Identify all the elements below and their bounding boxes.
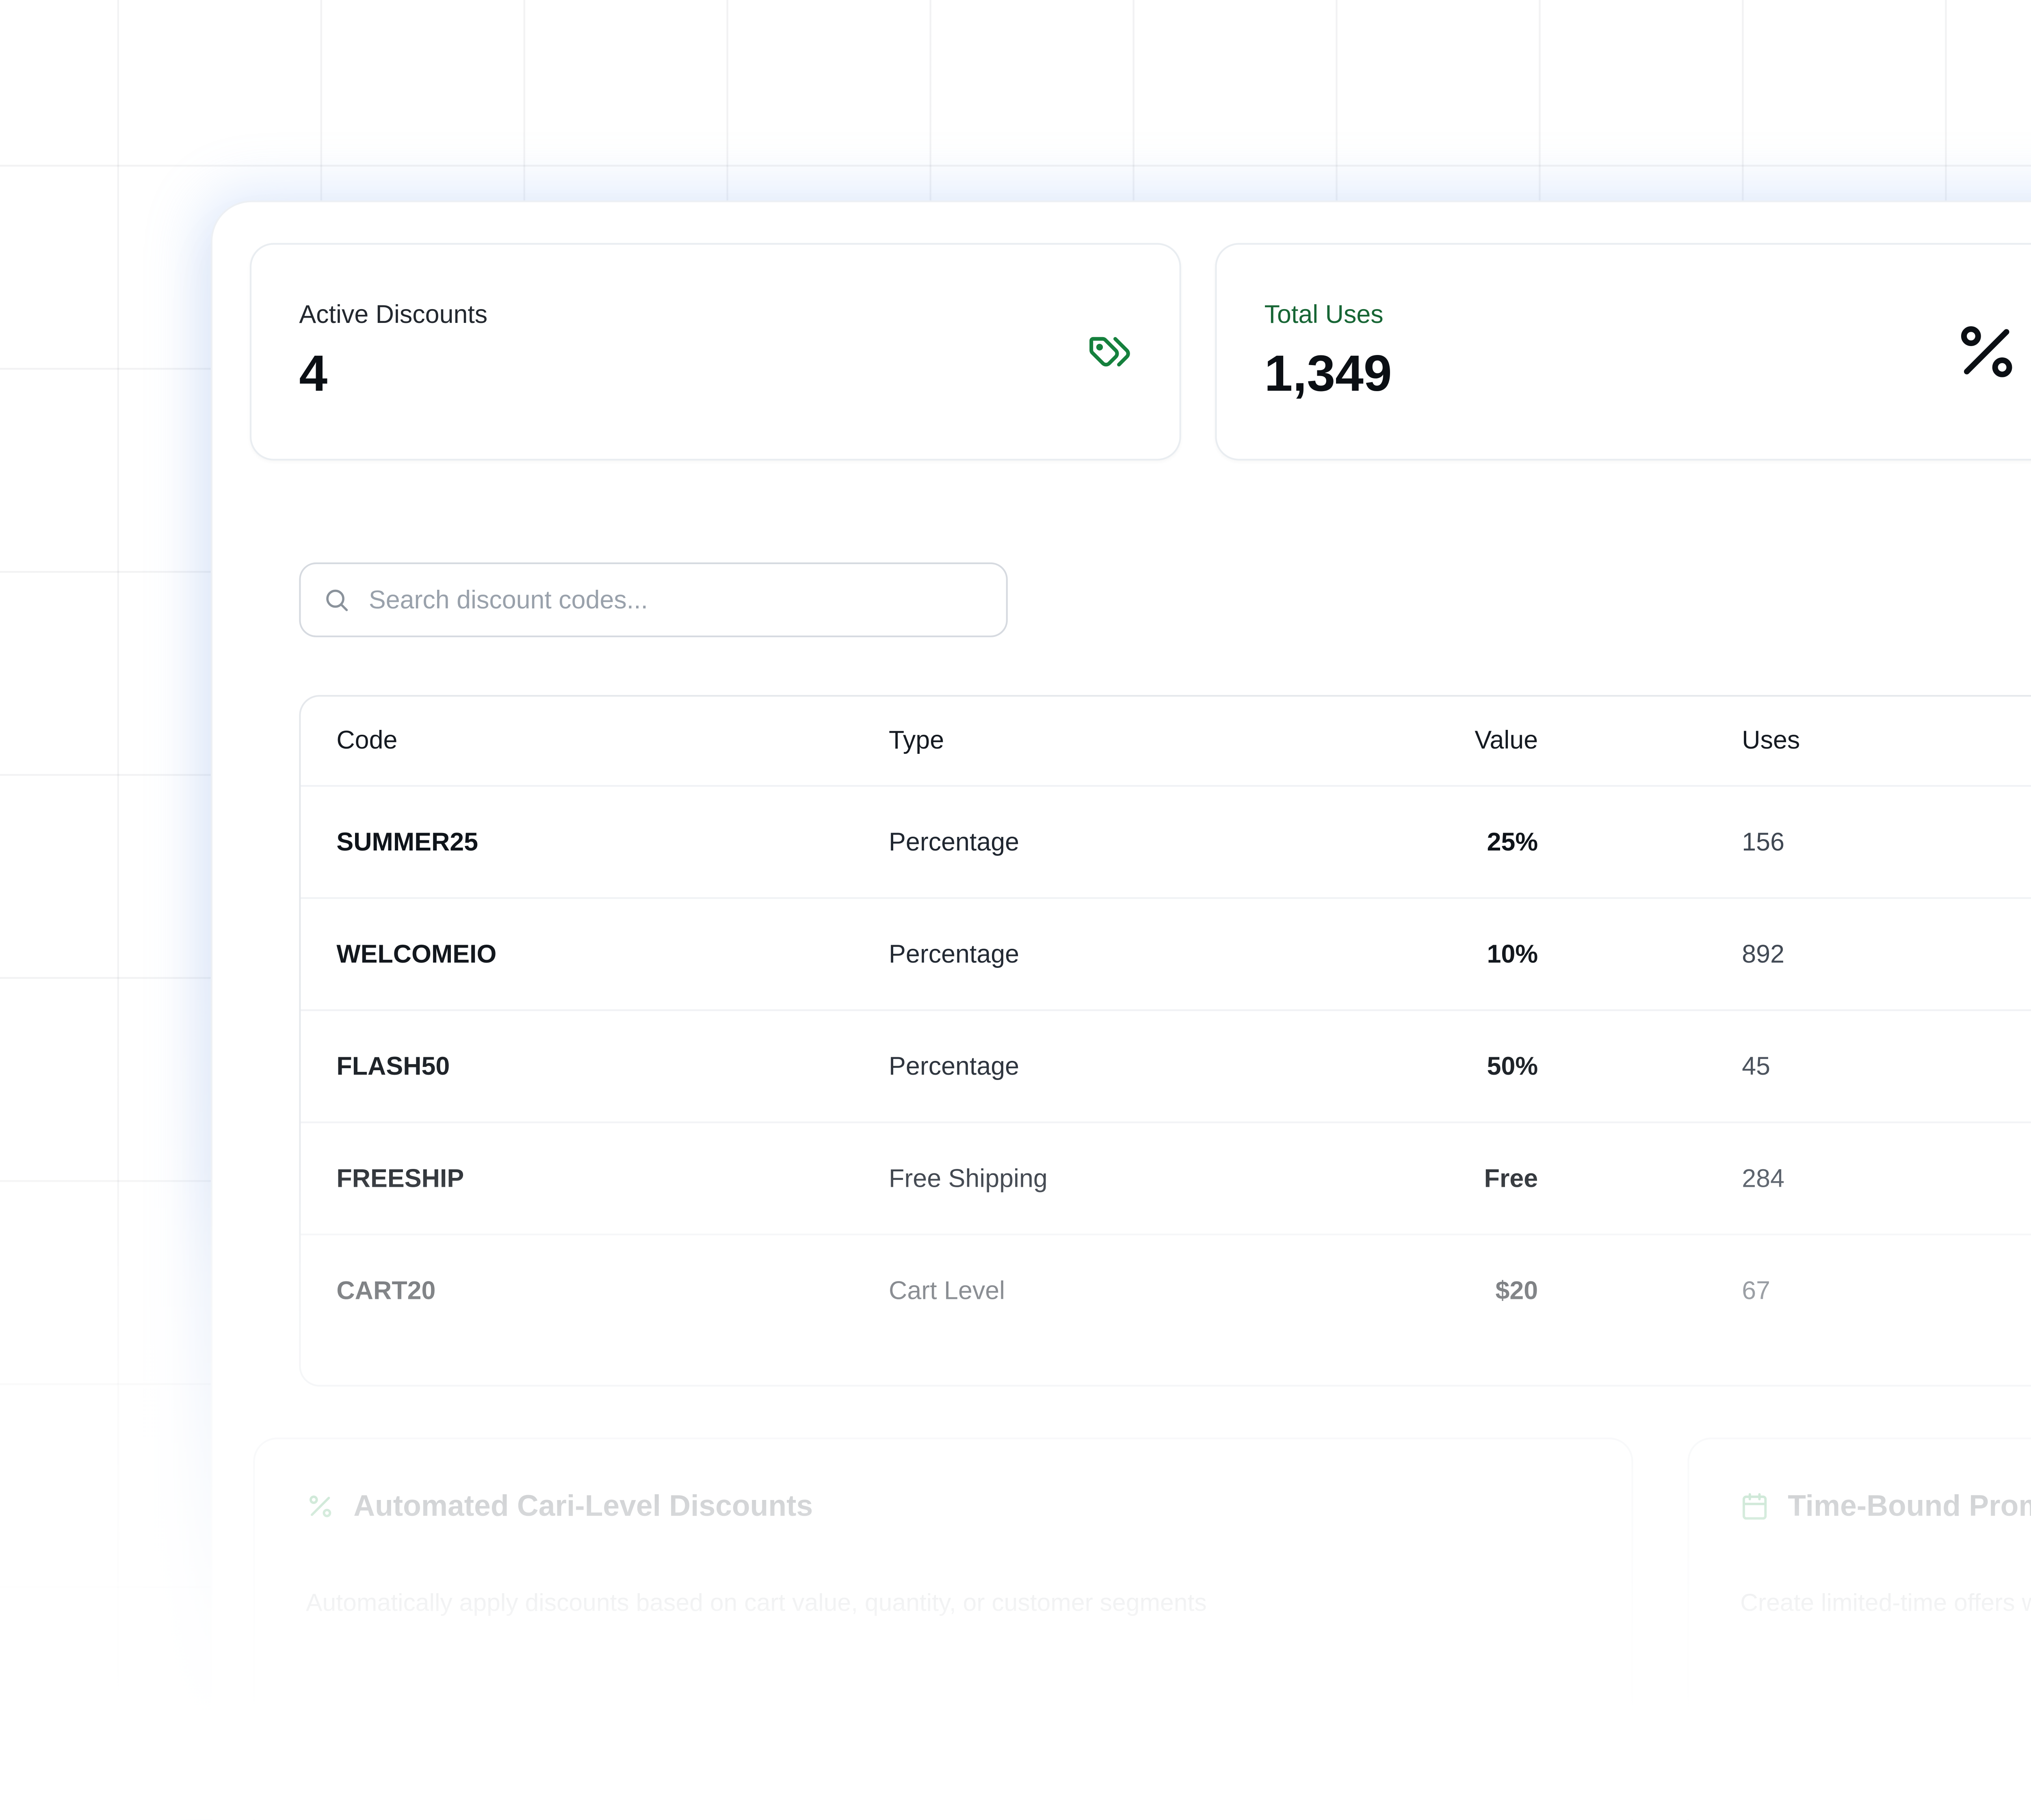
table-row: CART20 Cart Level $20 67 2024-03-31 acti… xyxy=(301,1234,2031,1346)
row-value: Free xyxy=(1332,1164,1538,1193)
promo-card-time-bound-offers[interactable]: Time-Bound Promotional Offers Create lim… xyxy=(1687,1437,2031,1820)
row-code: FREESHIP xyxy=(336,1164,464,1193)
stat-text: Active Discounts 4 xyxy=(299,300,487,403)
stat-value: 4 xyxy=(299,346,487,403)
row-code: WELCOMEIO xyxy=(336,940,496,969)
main-panel: Active Discounts 4 Total Uses 1,349 xyxy=(211,201,2031,1820)
row-uses: 284 xyxy=(1742,1164,1784,1193)
col-header-uses: Uses xyxy=(1742,727,1800,755)
percent-icon xyxy=(306,1492,335,1521)
row-uses: 67 xyxy=(1742,1276,1770,1305)
search-icon xyxy=(323,586,350,613)
row-value: 50% xyxy=(1332,1052,1538,1081)
table-header: Code Type Value Uses Expires Status xyxy=(301,697,2031,785)
promo-card-description: Create limited-time offers with automati… xyxy=(1740,1587,2031,1621)
row-type: Percentage xyxy=(889,827,1019,856)
table-row: SUMMER25 Percentage 25% 156 2024-08-31 a… xyxy=(301,785,2031,897)
percent-icon xyxy=(1953,318,2020,385)
row-value: 10% xyxy=(1332,940,1538,969)
promo-card-description: Automatically apply discounts based on c… xyxy=(306,1587,1581,1621)
promo-card-header: Automated Cari-Level Discounts xyxy=(306,1487,1581,1526)
stat-card-total-uses: Total Uses 1,349 xyxy=(1215,243,2031,461)
table-row: FREESHIP Free Shipping Free 284 2024-06-… xyxy=(301,1121,2031,1234)
promo-card-title: Automated Cari-Level Discounts xyxy=(353,1487,813,1526)
discount-dashboard: Active Discounts 4 Total Uses 1,349 xyxy=(0,0,2031,1820)
discounts-table: Code Type Value Uses Expires Status SUMM… xyxy=(299,695,2031,1387)
promo-card-header: Time-Bound Promotional Offers xyxy=(1740,1487,2031,1526)
search-input[interactable] xyxy=(365,584,984,616)
stat-text: Total Uses 1,349 xyxy=(1265,300,1392,403)
row-code: FLASH50 xyxy=(336,1052,450,1081)
col-header-value: Value xyxy=(1332,727,1538,755)
stat-label: Total Uses xyxy=(1265,300,1392,330)
table-row: WELCOMEIO Percentage 10% 892 2024-12-31 … xyxy=(301,897,2031,1009)
promo-card-cart-level-discounts[interactable]: Automated Cari-Level Discounts Automatic… xyxy=(253,1437,1633,1820)
promo-card-title: Time-Bound Promotional Offers xyxy=(1788,1487,2031,1526)
row-type: Free Shipping xyxy=(889,1164,1048,1193)
col-header-code: Code xyxy=(336,727,397,755)
row-code: CART20 xyxy=(336,1276,435,1305)
search-box xyxy=(299,563,1008,637)
row-uses: 892 xyxy=(1742,940,1784,969)
calendar-icon xyxy=(1740,1492,1769,1521)
row-type: Percentage xyxy=(889,1052,1019,1081)
row-uses: 156 xyxy=(1742,827,1784,856)
row-value: $20 xyxy=(1332,1276,1538,1305)
row-uses: 45 xyxy=(1742,1052,1770,1081)
tags-icon xyxy=(1088,330,1132,374)
row-type: Percentage xyxy=(889,940,1019,969)
row-type: Cart Level xyxy=(889,1276,1005,1305)
col-header-type: Type xyxy=(889,727,944,755)
stats-row: Active Discounts 4 Total Uses 1,349 xyxy=(250,243,2031,461)
stat-label: Active Discounts xyxy=(299,300,487,330)
stat-value: 1,349 xyxy=(1265,346,1392,403)
table-row: FLASH50 Percentage 50% 45 2024-01-10 exp… xyxy=(301,1009,2031,1121)
stat-card-active-discounts: Active Discounts 4 xyxy=(250,243,1181,461)
row-code: SUMMER25 xyxy=(336,827,478,856)
row-value: 25% xyxy=(1332,827,1538,856)
